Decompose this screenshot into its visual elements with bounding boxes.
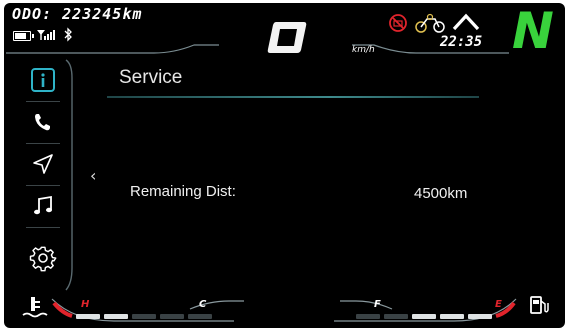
title-underline bbox=[107, 96, 479, 98]
fuel-pump-icon bbox=[530, 296, 549, 314]
signal-strength-icon bbox=[37, 30, 55, 40]
settings-gear-icon bbox=[29, 246, 57, 272]
motorcycle-service-icon bbox=[415, 13, 445, 33]
coolant-temp-icon bbox=[22, 297, 48, 318]
sidebar-item-navigation[interactable] bbox=[22, 145, 64, 183]
sidebar-divider bbox=[26, 227, 60, 228]
navigation-icon bbox=[33, 154, 53, 174]
music-icon bbox=[34, 195, 52, 215]
sidebar-item-phone[interactable] bbox=[22, 103, 64, 141]
info-icon bbox=[31, 68, 55, 92]
sidebar-divider bbox=[26, 143, 60, 144]
odometer-readout: ODO: 223245km bbox=[12, 5, 143, 23]
sidebar-item-settings[interactable] bbox=[22, 239, 64, 277]
phone-icon bbox=[35, 114, 50, 131]
sidebar-item-music[interactable] bbox=[22, 187, 64, 225]
sidebar-menu bbox=[22, 61, 64, 282]
back-chevron-icon[interactable]: ‹ bbox=[90, 166, 96, 185]
sidebar-frame-line bbox=[65, 59, 73, 291]
temp-cold-label: C bbox=[199, 299, 207, 310]
gear-indicator-box bbox=[267, 22, 307, 53]
fuel-empty-label: E bbox=[495, 299, 502, 310]
remaining-distance-label: Remaining Dist: bbox=[130, 183, 236, 200]
clock-time: 22:35 bbox=[440, 34, 483, 50]
temp-hot-label: H bbox=[81, 299, 90, 310]
sidebar-divider bbox=[26, 185, 60, 186]
neutral-gear-indicator: N bbox=[512, 3, 554, 60]
remaining-distance-value: 4500km bbox=[414, 185, 468, 202]
page-title: Service bbox=[119, 67, 183, 88]
dashboard-screen: ODO: 223245km km/h 22:35 N Service ‹ Rem… bbox=[4, 3, 565, 328]
engine-warning-icon bbox=[389, 14, 407, 32]
speed-unit-label: km/h bbox=[352, 45, 375, 55]
battery-icon bbox=[13, 31, 34, 41]
sidebar-divider bbox=[26, 101, 60, 102]
sidebar-item-info[interactable] bbox=[22, 61, 64, 99]
high-beam-arrow-icon bbox=[452, 13, 480, 31]
fuel-full-label: F bbox=[374, 299, 381, 310]
